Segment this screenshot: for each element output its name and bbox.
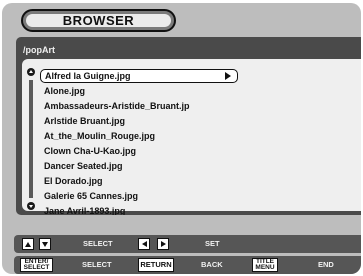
back-action-label: BACK — [201, 260, 223, 269]
file-item[interactable]: Alone.jpg — [44, 84, 85, 98]
title-menu-key[interactable]: TITLE MENU — [252, 258, 278, 272]
page-title: BROWSER — [26, 13, 171, 28]
file-item[interactable]: El Dorado.jpg — [44, 174, 103, 188]
file-item[interactable]: Jane Avril-1893.jpg — [44, 204, 125, 215]
file-item[interactable]: Ambassadeurs-Aristide_Bruant.jp — [44, 99, 190, 113]
title-pill: BROWSER — [21, 9, 176, 32]
current-path: /popArt — [23, 45, 55, 55]
enter-select-key[interactable]: ENTER/ SELECT — [20, 258, 53, 272]
file-name: Alfred la Guigne.jpg — [45, 71, 131, 81]
left-arrow-icon[interactable] — [138, 238, 150, 250]
right-arrow-icon[interactable] — [157, 238, 169, 250]
end-action-label: END — [318, 260, 334, 269]
scroll-up-icon[interactable] — [27, 68, 35, 76]
select-action-label: SELECT — [82, 260, 112, 269]
up-arrow-icon[interactable] — [22, 238, 34, 250]
scroll-thumb[interactable] — [29, 80, 33, 198]
file-item[interactable]: At_the_Moulin_Rouge.jpg — [44, 129, 155, 143]
menu-key-label: MENU — [255, 264, 275, 271]
select-hint-label: SELECT — [83, 239, 113, 248]
scroll-down-icon[interactable] — [27, 202, 35, 210]
control-bar-navigation: SELECT SET — [14, 235, 361, 253]
play-icon — [225, 72, 231, 80]
down-arrow-icon[interactable] — [39, 238, 51, 250]
return-key[interactable]: RETURN — [138, 258, 174, 272]
browser-screen: BROWSER /popArt Alfred la Guigne.jpg Alo… — [2, 3, 361, 274]
file-browser-panel: /popArt Alfred la Guigne.jpg Alone.jpg A… — [16, 37, 361, 215]
file-item[interactable]: Galerie 65 Cannes.jpg — [44, 189, 138, 203]
select-key-label: SELECT — [23, 264, 50, 271]
file-item-selected[interactable]: Alfred la Guigne.jpg — [40, 69, 238, 83]
file-item[interactable]: Dancer Seated.jpg — [44, 159, 123, 173]
file-item[interactable]: Arlstide Bruant.jpg — [44, 114, 125, 128]
scrollbar[interactable] — [25, 68, 37, 210]
set-hint-label: SET — [205, 239, 220, 248]
file-list: Alfred la Guigne.jpg Alone.jpg Ambassade… — [22, 59, 361, 215]
file-item[interactable]: Clown Cha-U-Kao.jpg — [44, 144, 136, 158]
control-bar-actions: ENTER/ SELECT SELECT RETURN BACK TITLE M… — [14, 256, 361, 274]
